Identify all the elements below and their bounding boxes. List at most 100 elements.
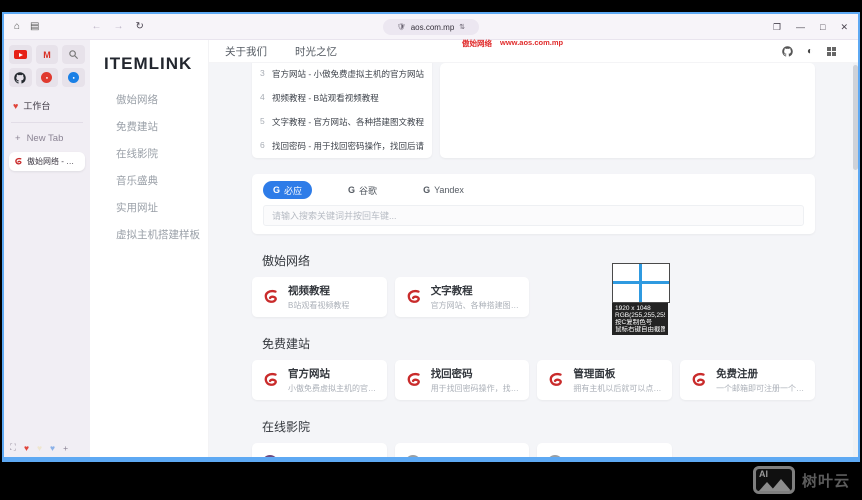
link-card[interactable]: 找回密码用于找回密码操作，找回后请保存好... bbox=[394, 360, 530, 400]
shield-icon[interactable]: 🛡 bbox=[397, 23, 406, 31]
card-title: 文字教程 bbox=[430, 284, 473, 297]
mountain-icon bbox=[769, 479, 792, 491]
site-logo[interactable]: ITEMLINK bbox=[104, 54, 208, 74]
search-card: G 必应 G 谷歌 G Yandex bbox=[252, 174, 815, 234]
plus-icon: + bbox=[15, 133, 21, 144]
github-icon[interactable] bbox=[782, 45, 793, 57]
picker-magnifier bbox=[612, 263, 670, 303]
list-item-text: 官方网站 - 小傲免费虚拟主机的官方网站！ bbox=[272, 69, 424, 79]
card-texts: 官方网站小傲免费虚拟主机的官方网站！ bbox=[288, 366, 377, 395]
sidebar-item-1[interactable]: 免费建站 bbox=[90, 107, 208, 134]
card-title: 管理面板 bbox=[573, 367, 616, 380]
apps-grid-icon[interactable] bbox=[827, 46, 836, 56]
pinned-tile-github[interactable] bbox=[9, 68, 32, 87]
page-content: 3 官方网站 - 小傲免费虚拟主机的官方网站！ 4 视频教程 - B站观看视频教程 5 文… bbox=[209, 63, 858, 457]
card-desc: 用于找回密码操作，找回后请保存好... bbox=[430, 384, 520, 394]
url-bar[interactable]: 🛡 aos.com.mp ⇅ bbox=[383, 19, 479, 35]
pinned-tile-youtube[interactable] bbox=[9, 45, 32, 64]
link-card[interactable]: 文字教程官方网站、各种搭建图文教程、网站... bbox=[394, 277, 530, 317]
topnav-item-0[interactable]: 关于我们 bbox=[225, 44, 267, 59]
section-title-2: 在线影院 bbox=[262, 420, 311, 434]
aos-logo-icon bbox=[692, 372, 705, 386]
section-cards-2: 爱动漫 ƒLIBVIO ƒ大米星球 bbox=[252, 443, 815, 457]
forward-icon[interactable]: → bbox=[114, 21, 124, 32]
sidebar-toggle-icon[interactable]: ▤ bbox=[30, 21, 39, 32]
list-item[interactable]: 3 官方网站 - 小傲免费虚拟主机的官方网站！ bbox=[260, 63, 424, 86]
minimize-icon[interactable]: — bbox=[796, 22, 805, 32]
active-tab[interactable]: 傲始网络 - 你的一站... bbox=[9, 152, 85, 171]
theme-toggle-icon[interactable]: ◐ bbox=[807, 46, 813, 57]
link-card[interactable]: 官方网站小傲免费虚拟主机的官方网站！ bbox=[252, 360, 387, 400]
pinned-tile-blue-app[interactable] bbox=[62, 68, 85, 87]
engine-tab-2[interactable]: G Yandex bbox=[413, 183, 474, 198]
workspace-name: 工作台 bbox=[23, 101, 51, 111]
aos-logo-icon bbox=[264, 372, 277, 386]
watermark-ai-label: AI bbox=[758, 469, 768, 479]
swap-icon[interactable]: ⇅ bbox=[459, 23, 465, 31]
search-input[interactable] bbox=[263, 205, 804, 226]
list-item-number: 6 bbox=[260, 140, 265, 150]
sidebar-item-3[interactable]: 音乐盛典 bbox=[90, 161, 208, 188]
list-item[interactable]: 5 文字教程 - 官方网站、各种搭建图文教程，网站... bbox=[260, 110, 424, 134]
card-title: 大米星球 bbox=[571, 456, 613, 458]
card-texts: 管理面板拥有主机以后就可以点我管理的虚... bbox=[573, 366, 662, 395]
archive-icon[interactable]: ⛶ bbox=[10, 442, 16, 453]
watermark-text: 树叶云 bbox=[801, 472, 850, 490]
sidebar-item-4[interactable]: 实用网址 bbox=[90, 188, 208, 215]
browser-logo-icon[interactable]: ⌂ bbox=[14, 21, 20, 32]
link-card[interactable]: 视频教程 B站观看视频教程 bbox=[252, 277, 387, 317]
pinned-tile-gmail[interactable]: M bbox=[35, 45, 59, 64]
browser-sidebar: M ♥ 工作台 + New Tab 傲始网络 - 你的一站... ⛶ ♥ ♥ ♥ + bbox=[4, 40, 90, 457]
link-card[interactable]: ƒLIBVIO bbox=[394, 443, 530, 457]
engine-tab-1[interactable]: G 谷歌 bbox=[338, 181, 387, 199]
sidebar-item-5[interactable]: 虚拟主机搭建样板 bbox=[90, 215, 208, 242]
aos-logo-icon bbox=[550, 372, 563, 386]
webpage: ITEMLINK 傲始网络 免费建站 在线影院 音乐盛典 实用网址 虚拟主机搭建样板 关于… bbox=[90, 38, 858, 457]
engine-label: 谷歌 bbox=[359, 185, 378, 196]
top-cards-row: 3 官方网站 - 小傲免费虚拟主机的官方网站！ 4 视频教程 - B站观看视频教程 5 文… bbox=[252, 63, 815, 158]
list-item[interactable]: 4 视频教程 - B站观看视频教程 bbox=[260, 86, 424, 110]
link-card[interactable]: ƒ 大米星球 bbox=[537, 443, 673, 458]
card-title: 视频教程 bbox=[288, 284, 330, 297]
card-texts: 视频教程 B站观看视频教程 bbox=[288, 283, 349, 312]
sidebar-item-0[interactable]: 傲始网络 bbox=[90, 80, 208, 107]
promo-url: www.aos.com.mp bbox=[500, 38, 564, 47]
plus-icon[interactable]: + bbox=[63, 443, 68, 453]
pinned-tiles: M bbox=[9, 45, 85, 87]
link-card[interactable]: 管理面板拥有主机以后就可以点我管理的虚... bbox=[537, 360, 673, 400]
new-tab-button[interactable]: + New Tab bbox=[15, 133, 85, 144]
list-item-text: 视频教程 - B站观看视频教程 bbox=[272, 93, 379, 103]
back-icon[interactable]: ← bbox=[92, 21, 102, 32]
picker-tooltip: 1920 x 1048 RGB(255,255,255) 按C复制色号 鼠标右键自由截… bbox=[612, 303, 668, 335]
engine-label: 必应 bbox=[284, 185, 303, 196]
card-desc: 拥有主机以后就可以点我管理的虚... bbox=[573, 384, 662, 394]
aos-logo-icon bbox=[407, 289, 420, 303]
engine-g-icon: G bbox=[423, 185, 431, 195]
card-texts: 文字教程官方网站、各种搭建图文教程、网站... bbox=[431, 283, 520, 312]
tab-favicon bbox=[15, 157, 22, 165]
engine-tab-0[interactable]: G 必应 bbox=[263, 181, 313, 199]
promo-name: 傲始网络 bbox=[462, 39, 492, 48]
link-card[interactable]: 免费注册一个邮箱即可注册一个免费虚拟主... bbox=[680, 360, 815, 400]
pinned-tile-search[interactable] bbox=[62, 45, 85, 64]
list-item[interactable]: 6 找回密码 - 用于找回密码操作，找回后请保存好... bbox=[260, 134, 424, 158]
list-item-text: 找回密码 - 用于找回密码操作，找回后请保存好... bbox=[272, 141, 424, 151]
pinned-tile-red-app[interactable] bbox=[35, 68, 59, 87]
close-icon[interactable]: ✕ bbox=[840, 22, 848, 33]
heart-pale-icon[interactable]: ♥ bbox=[37, 443, 42, 453]
card-texts: 大米星球 bbox=[571, 456, 613, 458]
link-card[interactable]: 爱动漫 bbox=[252, 443, 387, 457]
watermark: AI 树叶云 bbox=[752, 466, 850, 494]
heart-blue-icon[interactable]: ♥ bbox=[50, 443, 55, 453]
heart-red-icon[interactable]: ♥ bbox=[24, 443, 29, 453]
search-icon bbox=[69, 50, 79, 60]
topnav-item-1[interactable]: 时光之忆 bbox=[295, 44, 337, 59]
workspace-row[interactable]: ♥ 工作台 bbox=[13, 99, 83, 112]
maximize-icon[interactable]: □ bbox=[820, 22, 825, 32]
page-scrollbar-track[interactable] bbox=[853, 63, 858, 457]
page-scrollbar-thumb[interactable] bbox=[853, 65, 858, 170]
sidebar-item-2[interactable]: 在线影院 bbox=[90, 134, 208, 161]
pip-icon[interactable]: ❐ bbox=[773, 22, 781, 33]
window-body: M ♥ 工作台 + New Tab 傲始网络 - 你的一站... ⛶ ♥ ♥ ♥ + bbox=[4, 38, 858, 457]
reload-icon[interactable]: ↻ bbox=[136, 21, 144, 32]
